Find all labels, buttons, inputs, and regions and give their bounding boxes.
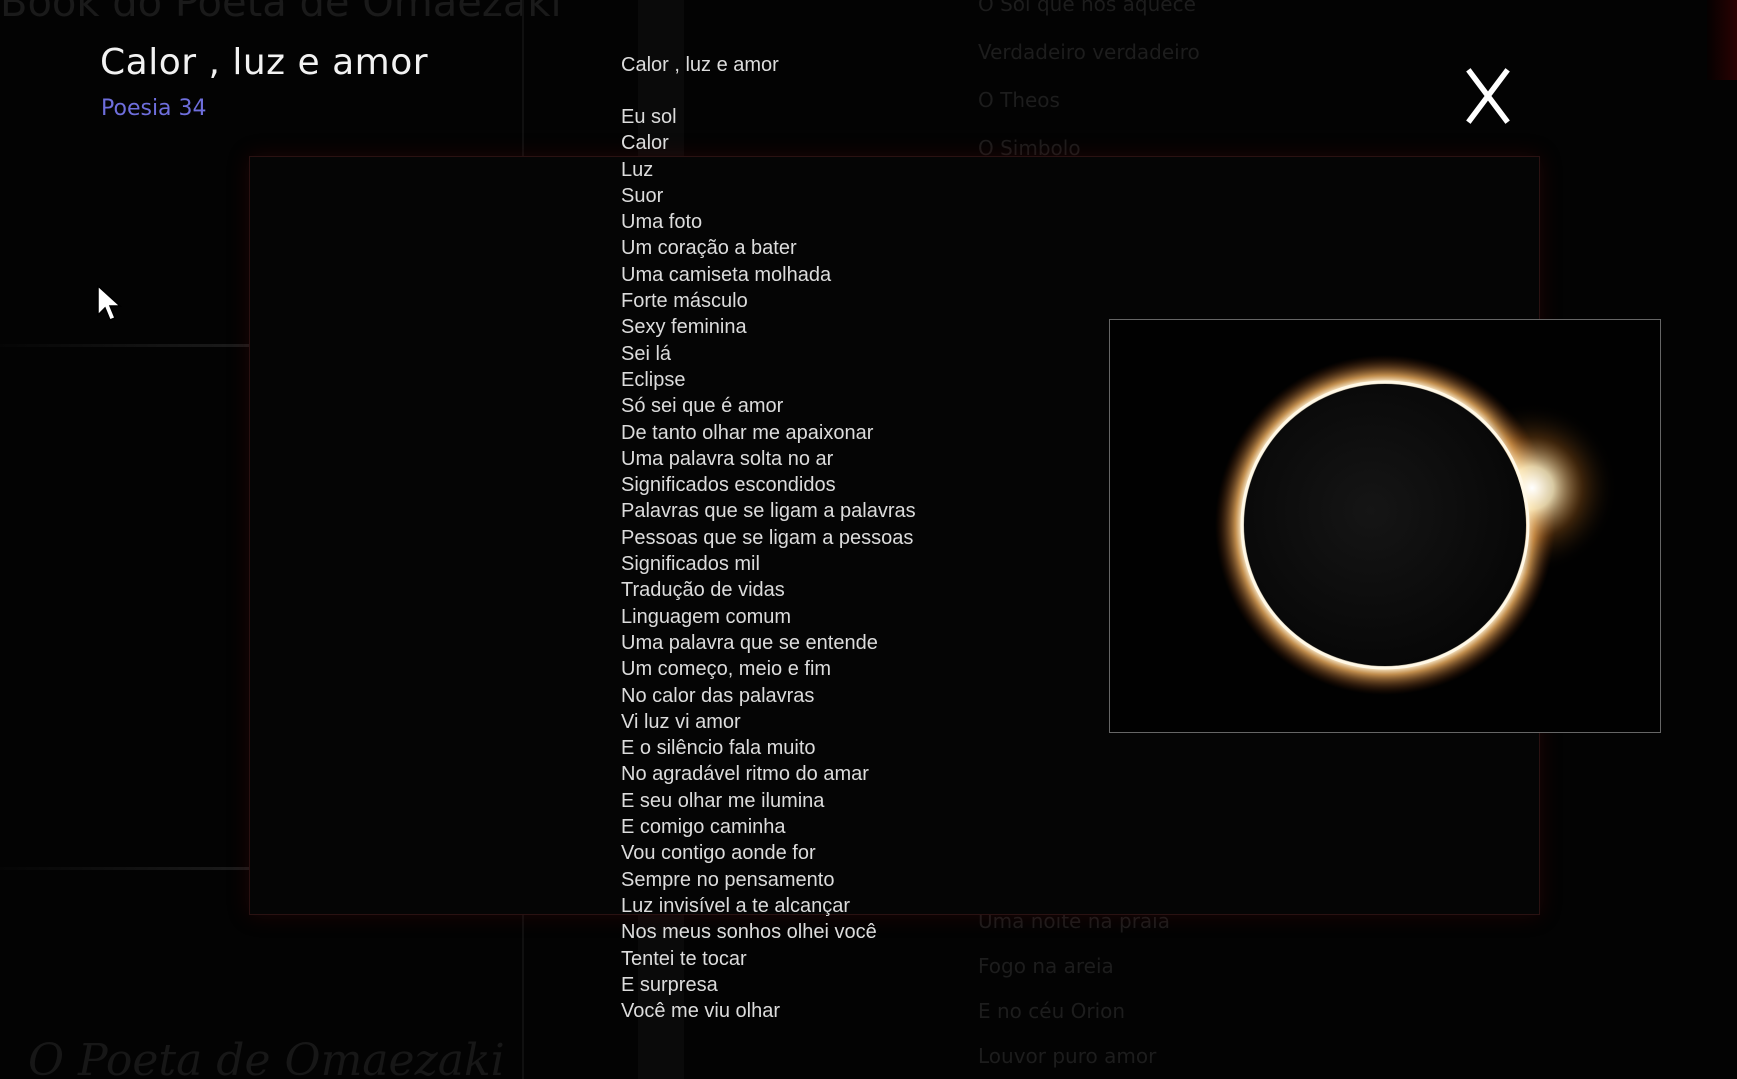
poem-number: Poesia 34 <box>101 96 207 121</box>
poem-line: Vi luz vi amor <box>621 710 741 733</box>
background-rule-top <box>0 344 250 347</box>
close-icon <box>1466 68 1510 124</box>
poem-line: Eu sol <box>621 106 677 128</box>
eclipse-photo <box>1109 319 1661 733</box>
poem-line: E seu olhar me ilumina <box>621 789 825 812</box>
poem-line: Palavras que se ligam a palavras <box>621 500 916 523</box>
poem-line: No agradável ritmo do amar <box>621 763 869 786</box>
poem-line: E o silêncio fala muito <box>621 737 816 760</box>
poem-spacer <box>621 78 916 104</box>
poem-line: Só sei que é amor <box>621 395 784 418</box>
background-signature: O Poeta de Omaezaki <box>28 1035 505 1079</box>
poem-line: Tradução de vidas <box>621 579 785 602</box>
poem-body: Calor , luz e amor Eu sol Calor Luz Suor Uma… <box>621 52 916 1024</box>
background-menu-item[interactable]: O Sol que nos aquece <box>978 0 1200 40</box>
background-menu-item[interactable]: E no céu Orion <box>978 999 1170 1044</box>
background-menu-item[interactable]: Verdadeiro verdadeiro <box>978 40 1200 88</box>
poem-line: Um começo, meio e fim <box>621 658 832 681</box>
poem-line: Sempre no pensamento <box>621 868 835 891</box>
poem-line: Linguagem comum <box>621 605 792 628</box>
background-menu-bottom: Uma noite na praia Fogo na areia E no cé… <box>978 909 1170 1079</box>
poem-line: Tentei te tocar <box>621 947 747 970</box>
close-button[interactable] <box>1460 62 1516 130</box>
background-site-title: Book do Poeta de Omaezaki <box>0 0 562 26</box>
poem-line: Uma foto <box>621 211 703 234</box>
poem-line: Pessoas que se ligam a pessoas <box>621 526 914 549</box>
background-menu-item[interactable]: Fogo na areia <box>978 954 1170 999</box>
poem-line: Significados escondidos <box>621 474 836 497</box>
poem-line: Luz invisível a te alcançar <box>621 894 851 917</box>
background-menu-item[interactable]: Louvor puro amor <box>978 1044 1170 1079</box>
poem-line: Suor <box>621 184 664 207</box>
poem-line: Você me viu olhar <box>621 1000 780 1023</box>
poem-line: Um coração a bater <box>621 237 797 260</box>
poem-line: Uma camiseta molhada <box>621 263 832 286</box>
poem-title: Calor , luz e amor <box>100 42 429 83</box>
poem-line: E comigo caminha <box>621 816 786 839</box>
poem-lines: Eu sol Calor Luz Suor Uma foto Um coração a b… <box>621 104 916 1024</box>
poem-line: De tanto olhar me apaixonar <box>621 421 874 444</box>
poem-line: Eclipse <box>621 368 686 391</box>
poem-line: No calor das palavras <box>621 684 815 707</box>
poem-heading: Calor , luz e amor <box>621 54 779 76</box>
eclipse-icon <box>1215 355 1617 695</box>
app-stage: Book do Poeta de Omaezaki O Sol que nos … <box>0 0 1737 1079</box>
poem-line: Sei lá <box>621 342 672 365</box>
poem-line: Significados mil <box>621 553 760 576</box>
poem-line: Sexy feminina <box>621 316 747 339</box>
poem-line: Nos meus sonhos olhei você <box>621 921 877 944</box>
background-red-accent <box>1707 0 1737 80</box>
poem-line: Calor <box>621 132 669 155</box>
poem-line: Uma palavra que se entende <box>621 631 878 654</box>
background-rule-bottom <box>0 867 250 870</box>
poem-line: Uma palavra solta no ar <box>621 447 834 470</box>
background-menu-item[interactable]: Uma noite na praia <box>978 909 1170 954</box>
poem-line: Luz <box>621 158 654 181</box>
background-menu-item[interactable]: O Theos <box>978 88 1200 136</box>
poem-line: Vou contigo aonde for <box>621 842 816 865</box>
mouse-cursor-icon <box>97 285 122 321</box>
poem-line: Forte másculo <box>621 290 748 313</box>
poem-line: E surpresa <box>621 973 718 996</box>
